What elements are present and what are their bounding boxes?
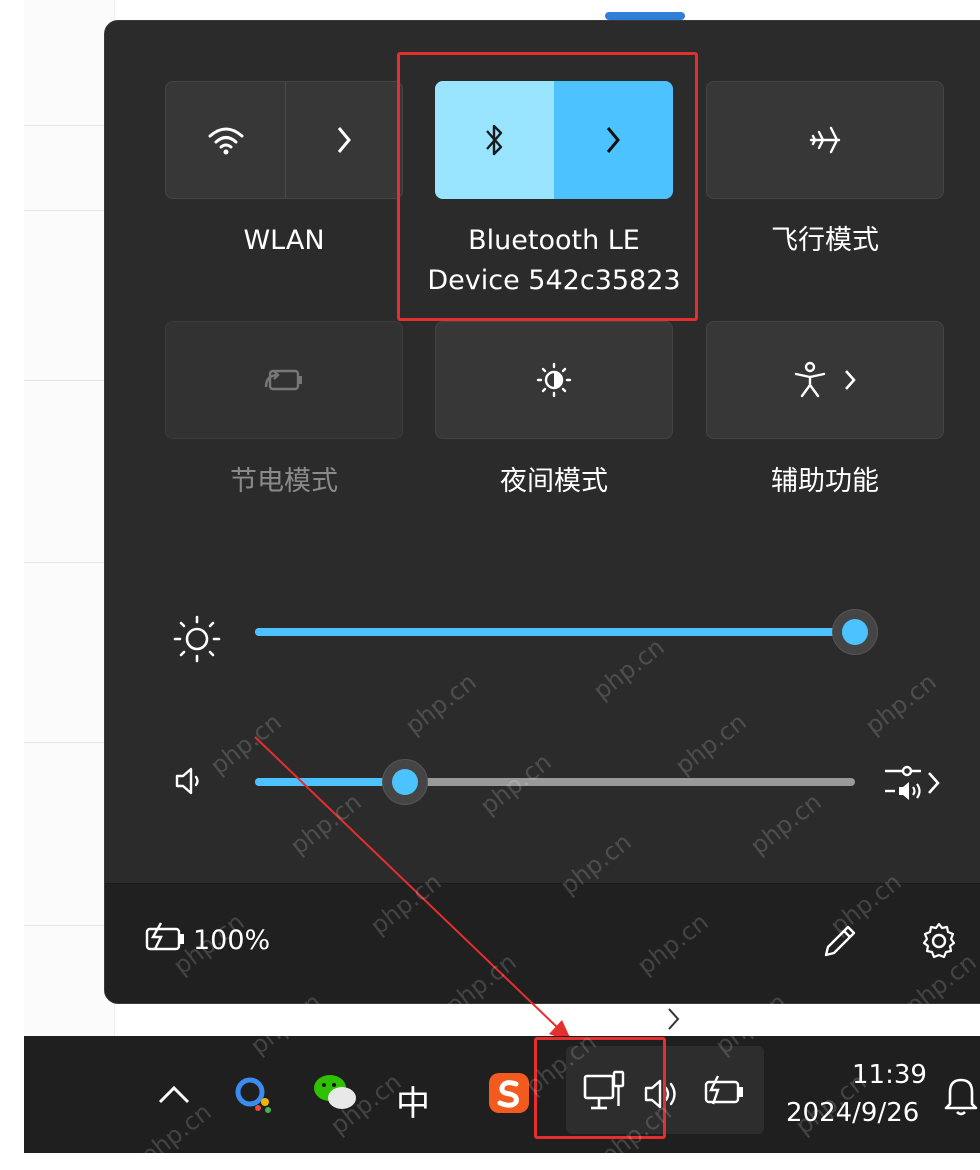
search-app-icon[interactable] [230, 1070, 278, 1118]
show-hidden-icons-chevron-up-icon[interactable] [156, 1078, 192, 1108]
battery-charging-icon[interactable] [700, 1072, 748, 1112]
notification-bell-icon[interactable] [942, 1072, 980, 1118]
chevron-right-icon [664, 1004, 684, 1034]
